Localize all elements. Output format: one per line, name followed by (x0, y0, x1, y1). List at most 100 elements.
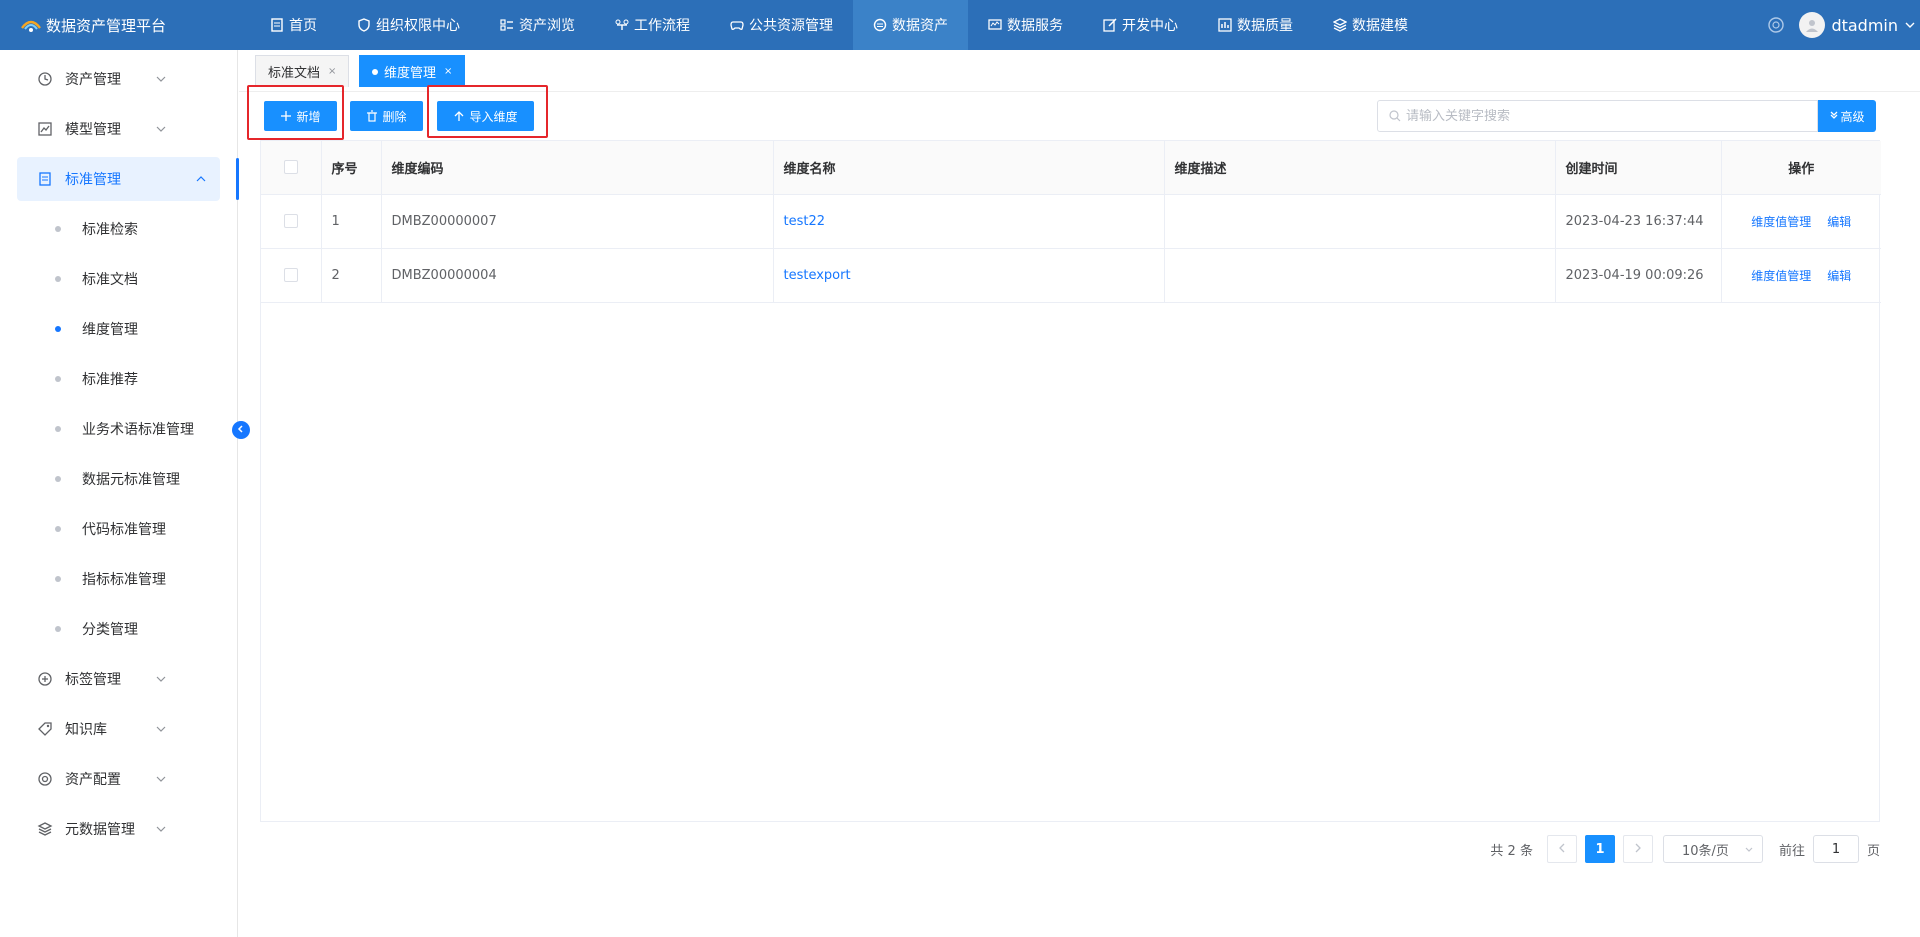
search-input[interactable] (1406, 108, 1817, 124)
nav-asset-browse[interactable]: 资产浏览 (480, 0, 595, 50)
nav-public-resource[interactable]: 公共资源管理 (710, 0, 853, 50)
sidebar-collapse-button[interactable] (232, 421, 250, 439)
sidebar-item-tag-management[interactable]: 标签管理 (0, 654, 237, 704)
close-icon[interactable]: × (328, 66, 336, 77)
tab-dimension-management[interactable]: 维度管理 × (359, 55, 466, 87)
chevron-left-icon (236, 423, 246, 438)
nav-home[interactable]: 首页 (250, 0, 337, 50)
nav-org-permission[interactable]: 组织权限中心 (337, 0, 480, 50)
nav-dev-center[interactable]: 开发中心 (1083, 0, 1198, 50)
sidebar-item-asset-config[interactable]: 资产配置 (0, 754, 237, 804)
column-header-created: 创建时间 (1555, 141, 1722, 195)
advanced-search-button[interactable]: 高级 (1818, 100, 1876, 132)
import-dimension-button[interactable]: 导入维度 (437, 101, 534, 131)
nav-data-quality[interactable]: 数据质量 (1198, 0, 1313, 50)
user-avatar[interactable] (1799, 12, 1826, 38)
edit-link[interactable]: 编辑 (1827, 215, 1851, 229)
sidebar-subitem-category[interactable]: 分类管理 (0, 604, 237, 654)
page-number-current[interactable]: 1 (1584, 835, 1615, 863)
nav-data-service[interactable]: 数据服务 (968, 0, 1083, 50)
nav-data-asset[interactable]: 数据资产 (853, 0, 968, 50)
sidebar-item-standard-management[interactable]: 标准管理 (17, 157, 220, 201)
cell-code: DMBZ00000004 (381, 248, 774, 303)
clock-icon (37, 71, 53, 87)
cell-name: testexport (773, 248, 1165, 303)
column-header-code: 维度编码 (381, 141, 774, 195)
app-logo[interactable]: 数据资产管理平台 (0, 15, 250, 36)
monitor-icon (988, 18, 1002, 32)
main-nav: 首页 组织权限中心 资产浏览 工作流程 公共资源管理 数据资产 数据服务 开发中… (250, 0, 1428, 50)
tab-standard-document[interactable]: 标准文档 × (255, 55, 350, 87)
sidebar-subitem-code-standard[interactable]: 代码标准管理 (0, 504, 237, 554)
page-size-select[interactable]: 10条/页 (1662, 835, 1763, 863)
sidebar-subitem-standard-document[interactable]: 标准文档 (0, 254, 237, 304)
gamepad-icon (730, 18, 744, 32)
sidebar-subitem-standard-search[interactable]: 标准检索 (0, 204, 237, 254)
table-row: 1 DMBZ00000007 test22 2023-04-23 16:37:4… (261, 194, 1881, 249)
cell-name: test22 (773, 194, 1165, 249)
sidebar: 资产管理 模型管理 标准管理 标准检索 标准文档 维度管理 标准推荐 业务术语标… (0, 50, 238, 937)
app-title: 数据资产管理平台 (46, 16, 167, 35)
select-all-checkbox[interactable] (283, 160, 298, 175)
dimension-name-link[interactable]: test22 (784, 214, 826, 229)
bullet-icon (55, 226, 61, 232)
table-header-row: 序号 维度编码 维度名称 维度描述 创建时间 操作 (261, 141, 1881, 195)
chevron-down-icon (1744, 844, 1754, 854)
database-icon (873, 18, 887, 32)
target-icon (37, 771, 53, 787)
chevron-right-icon (1634, 842, 1642, 857)
chevron-down-icon[interactable] (1904, 19, 1916, 31)
dimension-name-link[interactable]: testexport (784, 268, 851, 283)
top-header: 数据资产管理平台 首页 组织权限中心 资产浏览 工作流程 公共资源管理 数据资产… (0, 0, 1920, 50)
bullet-icon (55, 376, 61, 382)
workflow-icon (615, 18, 629, 32)
sidebar-item-asset-management[interactable]: 资产管理 (0, 54, 237, 104)
row-select-cell (261, 248, 322, 303)
sidebar-subitem-data-element[interactable]: 数据元标准管理 (0, 454, 237, 504)
assistant-icon[interactable] (1767, 16, 1785, 34)
nav-workflow[interactable]: 工作流程 (595, 0, 710, 50)
prev-page-button[interactable] (1546, 835, 1577, 863)
chevron-down-icon (155, 123, 167, 135)
plus-circle-icon (37, 671, 53, 687)
sidebar-subitem-metric-standard[interactable]: 指标标准管理 (0, 554, 237, 604)
cell-description (1164, 248, 1556, 303)
chevron-up-icon (195, 173, 207, 185)
chevron-down-icon (155, 823, 167, 835)
nav-data-modeling[interactable]: 数据建模 (1313, 0, 1428, 50)
dimension-table: 序号 维度编码 维度名称 维度描述 创建时间 操作 1 DMBZ00000007… (260, 140, 1881, 822)
delete-button[interactable]: 删除 (350, 101, 423, 131)
user-name[interactable]: dtadmin (1831, 16, 1898, 35)
chevron-down-icon (155, 773, 167, 785)
dimension-values-link[interactable]: 维度值管理 (1751, 215, 1811, 229)
goto-page-input[interactable] (1812, 835, 1859, 863)
next-page-button[interactable] (1622, 835, 1653, 863)
chevron-down-icon (155, 673, 167, 685)
close-icon[interactable]: × (444, 66, 452, 77)
goto-suffix: 页 (1866, 843, 1880, 859)
sidebar-subitem-dimension-management[interactable]: 维度管理 (0, 304, 237, 354)
logo-icon (20, 16, 42, 34)
search-box (1377, 100, 1818, 132)
sidebar-item-knowledge-base[interactable]: 知识库 (0, 704, 237, 754)
sidebar-subitem-standard-recommend[interactable]: 标准推荐 (0, 354, 237, 404)
header-right: dtadmin (1767, 0, 1920, 50)
row-checkbox[interactable] (283, 268, 298, 282)
sidebar-item-model-management[interactable]: 模型管理 (0, 104, 237, 154)
bullet-icon (55, 326, 61, 332)
edit-link[interactable]: 编辑 (1827, 269, 1851, 283)
layers-icon (1333, 18, 1347, 32)
add-button[interactable]: 新增 (264, 101, 337, 131)
cell-created: 2023-04-23 16:37:44 (1555, 194, 1722, 249)
cell-code: DMBZ00000007 (381, 194, 774, 249)
table-row: 2 DMBZ00000004 testexport 2023-04-19 00:… (261, 248, 1881, 303)
sidebar-subitem-business-term[interactable]: 业务术语标准管理 (0, 404, 237, 454)
dimension-values-link[interactable]: 维度值管理 (1751, 269, 1811, 283)
cell-actions: 维度值管理 编辑 (1721, 248, 1881, 303)
sidebar-item-metadata-management[interactable]: 元数据管理 (0, 804, 237, 854)
trash-icon (366, 110, 378, 122)
chevron-down-icon (155, 73, 167, 85)
pagination-total: 共 2 条 (1490, 843, 1533, 859)
plus-icon (280, 110, 292, 122)
row-checkbox[interactable] (283, 214, 298, 228)
